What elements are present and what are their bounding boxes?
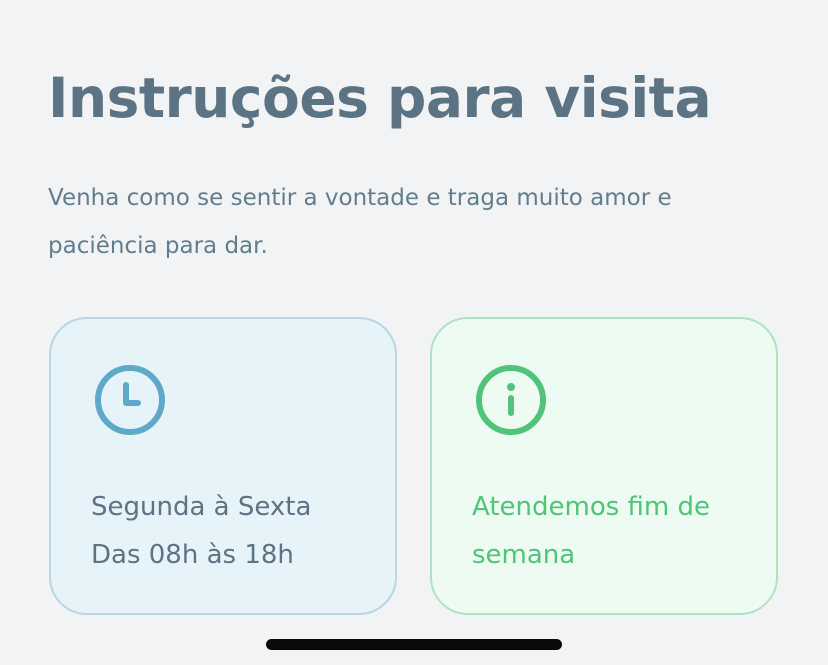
weekend-card: Atendemos fim de semana (430, 317, 778, 615)
page-title: Instruções para visita (48, 66, 712, 130)
schedule-card: Segunda à Sexta Das 08h às 18h (49, 317, 397, 615)
schedule-days: Segunda à Sexta (91, 492, 312, 522)
clock-icon (95, 365, 165, 435)
weekend-line-2: semana (472, 540, 576, 570)
schedule-hours: Das 08h às 18h (91, 540, 294, 570)
visit-description: Venha como se sentir a vontade e traga m… (48, 185, 672, 259)
info-icon (476, 365, 546, 435)
weekend-text: Atendemos fim de semana (472, 483, 762, 579)
home-indicator[interactable] (266, 639, 562, 650)
schedule-text: Segunda à Sexta Das 08h às 18h (91, 483, 381, 579)
weekend-line-1: Atendemos fim de (472, 492, 711, 522)
